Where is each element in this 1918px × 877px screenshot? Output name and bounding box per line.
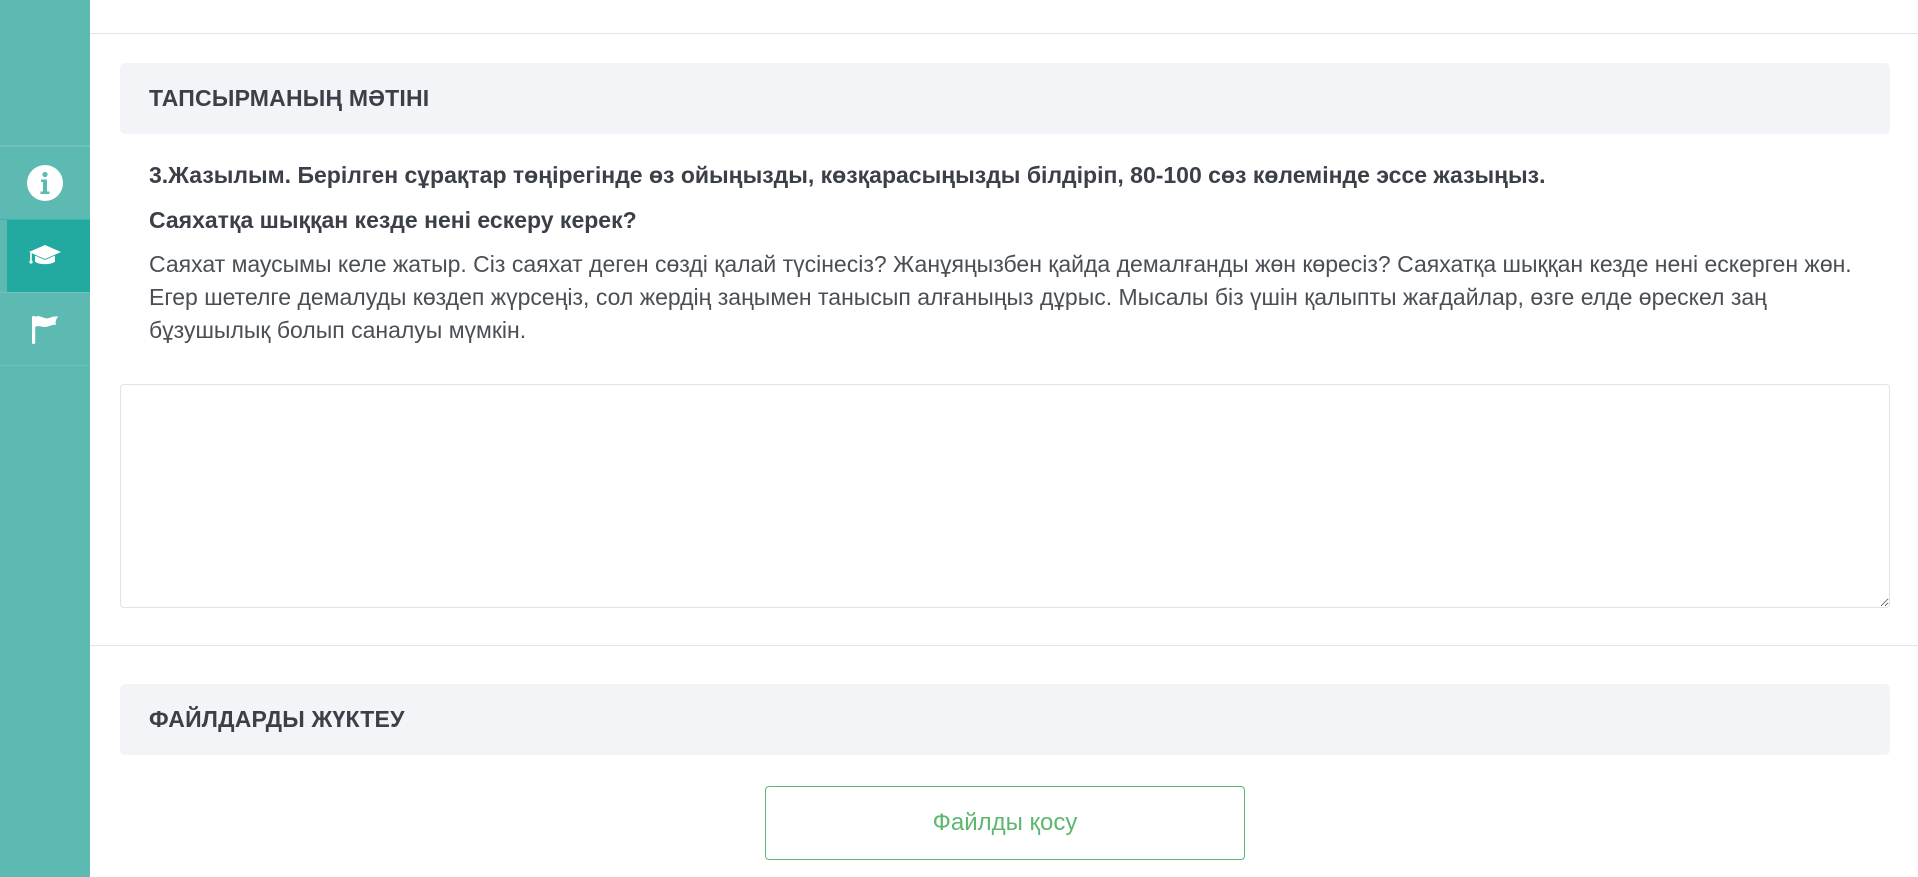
flag-icon — [30, 313, 60, 345]
task-question: Саяхатқа шыққан кезде нені ескеру керек? — [149, 207, 637, 233]
sidebar-item-flag[interactable] — [0, 292, 90, 365]
sidebar-item-info[interactable] — [0, 146, 90, 219]
divider — [90, 33, 1918, 34]
divider — [90, 645, 1918, 646]
task-title: 3.Жазылым. Берілген сұрақтар төңірегінде… — [149, 162, 1546, 188]
main-content: ТАПСЫРМАНЫҢ МӘТІНІ 3.Жазылым. Берілген с… — [90, 0, 1918, 877]
file-upload-header: ФАЙЛДАРДЫ ЖҮКТЕУ — [120, 684, 1890, 755]
sidebar-divider — [0, 365, 90, 366]
graduation-cap-icon — [28, 243, 62, 269]
sidebar — [0, 0, 90, 877]
add-file-button[interactable]: Файлды қосу — [765, 786, 1245, 860]
answer-textarea[interactable] — [120, 384, 1890, 608]
info-icon — [26, 164, 64, 202]
task-description: Саяхат маусымы келе жатыр. Сіз саяхат де… — [149, 251, 1852, 343]
sidebar-item-courses[interactable] — [0, 219, 90, 292]
task-text-header: ТАПСЫРМАНЫҢ МӘТІНІ — [120, 63, 1890, 134]
